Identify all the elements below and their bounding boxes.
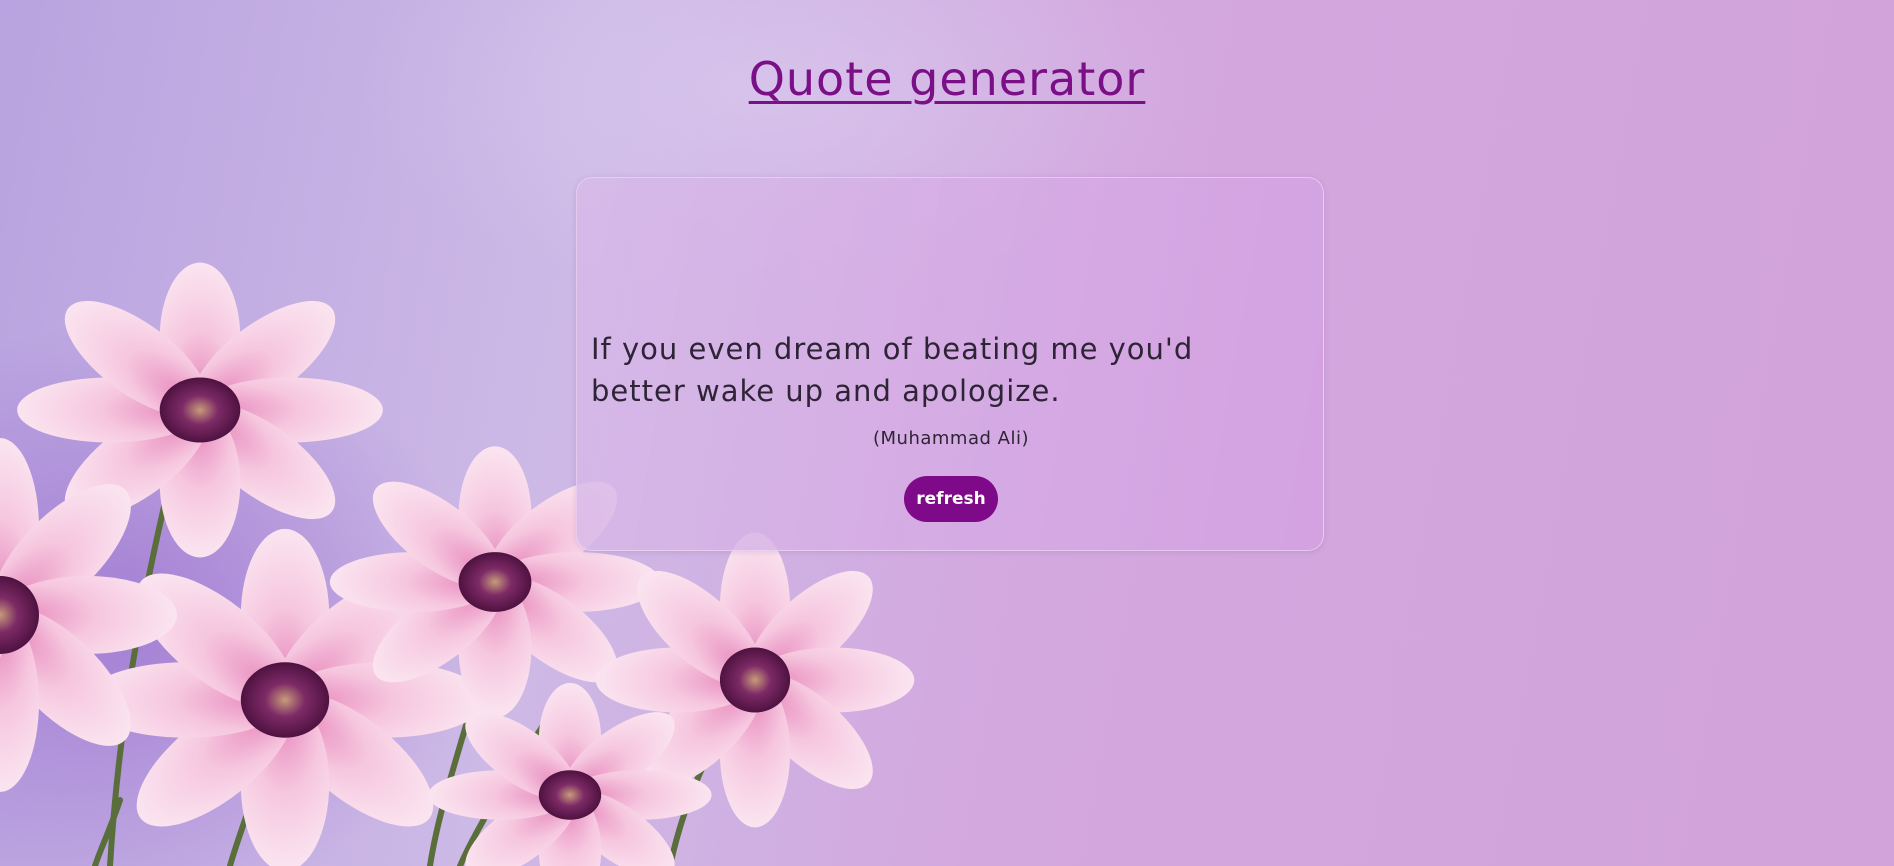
refresh-button[interactable]: refresh (904, 476, 998, 522)
quote-author: (Muhammad Ali) (873, 428, 1029, 449)
quote-card: If you even dream of beating me you'd be… (576, 177, 1324, 551)
page-title: Quote generator (748, 52, 1146, 106)
quote-text: If you even dream of beating me you'd be… (591, 332, 1194, 408)
